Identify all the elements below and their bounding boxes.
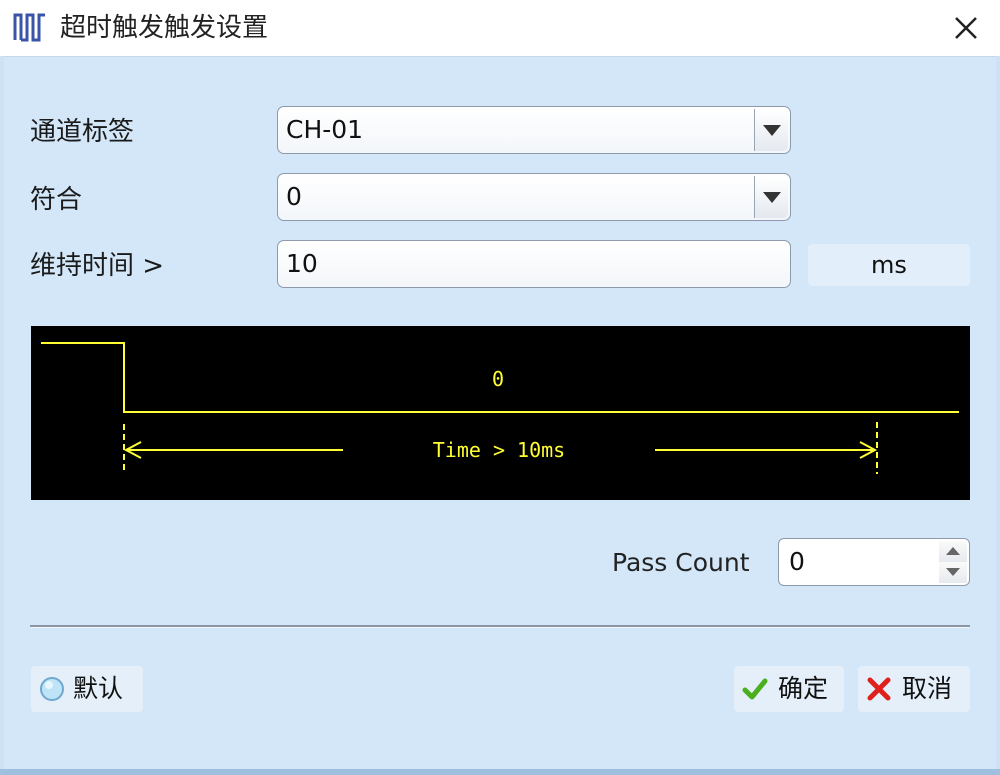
ok-button[interactable]: 确定 [734,666,844,712]
frame-right [996,56,1000,775]
channel-value: CH-01 [286,115,364,144]
pulse-icon [13,13,45,42]
cancel-button[interactable]: 取消 [858,666,970,712]
spin-down-button[interactable] [939,562,967,583]
cancel-button-label: 取消 [902,674,953,703]
frame-bottom [0,769,1000,775]
chevron-down-icon [763,125,781,136]
window-title: 超时触发触发设置 [60,13,269,43]
separator [30,625,970,628]
pass-count-value: 0 [789,547,805,576]
duration-label: 维持时间 > [30,251,165,281]
match-select[interactable]: 0 [277,173,791,221]
pass-count-label: Pass Count [612,548,750,577]
channel-select[interactable]: CH-01 [277,106,791,154]
duration-value: 10 [286,249,318,278]
radio-circle-icon [40,677,64,701]
ok-button-label: 确定 [778,674,829,703]
chevron-down-icon [946,568,960,576]
cross-icon [867,677,891,701]
spin-up-button[interactable] [939,541,967,563]
waveform-svg: 0 Time > 10ms [41,342,959,474]
pass-count-spinner[interactable]: 0 [778,538,970,586]
default-button-label: 默认 [73,674,124,703]
default-button[interactable]: 默认 [31,666,143,712]
close-icon[interactable] [946,8,986,48]
channel-label: 通道标签 [30,117,135,147]
chevron-down-icon [763,192,781,203]
checkmark-icon [742,678,768,700]
channel-dropdown-button[interactable] [754,109,788,151]
title-bar: 超时触发触发设置 [0,0,1000,56]
frame-left [0,56,4,775]
level-label: 0 [492,367,504,391]
waveform-diagram: 0 Time > 10ms [31,326,970,500]
unit-button[interactable]: ms [808,244,970,286]
match-dropdown-button[interactable] [754,176,788,218]
match-value: 0 [286,182,302,211]
time-label: Time > 10ms [433,438,565,462]
chevron-up-icon [946,547,960,555]
match-label: 符合 [30,185,83,215]
duration-input[interactable]: 10 [277,240,791,288]
